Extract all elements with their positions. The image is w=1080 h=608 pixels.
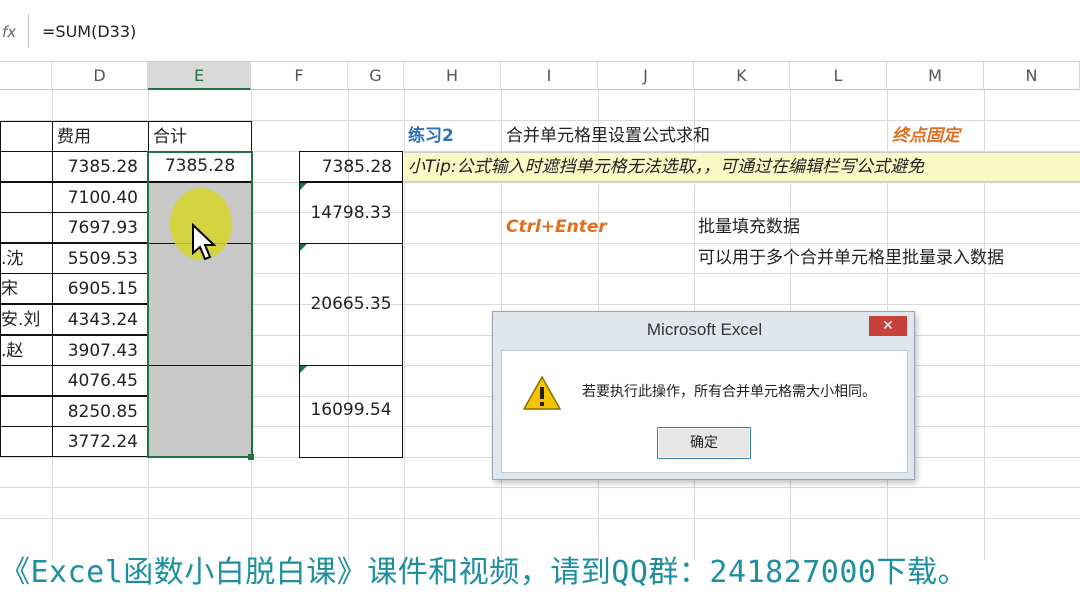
shortcut-description-2[interactable]: 可以用于多个合并单元格里批量录入数据: [698, 243, 1004, 273]
header-cell-fee[interactable]: 费用: [52, 121, 149, 152]
warning-icon: [522, 375, 562, 410]
alert-dialog: Microsoft Excel ✕ 若要执行此操作，所有合并单元格需大小相同。 …: [492, 311, 915, 480]
dialog-title: Microsoft Excel: [646, 320, 763, 339]
label-cell[interactable]: [0, 426, 53, 457]
column-header-l[interactable]: L: [790, 62, 887, 90]
g-value-cell[interactable]: 14798.33: [299, 182, 403, 244]
error-indicator-icon[interactable]: [300, 366, 307, 373]
g-value-cell[interactable]: 20665.35: [299, 243, 403, 366]
fee-cell[interactable]: 4076.45: [52, 365, 149, 396]
column-header-f[interactable]: F: [251, 62, 348, 90]
grid-line: [0, 518, 1080, 519]
label-cell[interactable]: [0, 182, 53, 213]
column-header-n[interactable]: N: [984, 62, 1080, 90]
error-indicator-icon[interactable]: [300, 244, 307, 251]
header-cell-c[interactable]: [0, 121, 53, 152]
grid-line: [0, 487, 1080, 488]
fee-cell[interactable]: 8250.85: [52, 396, 149, 427]
label-cell[interactable]: [0, 396, 53, 427]
g-value-cell[interactable]: 7385.28: [299, 151, 403, 182]
column-header-h[interactable]: H: [404, 62, 501, 90]
column-header-d[interactable]: D: [52, 62, 148, 90]
fee-cell[interactable]: 5509.53: [52, 243, 149, 274]
label-cell[interactable]: [0, 212, 53, 243]
column-header-j[interactable]: J: [598, 62, 694, 90]
g-value-cell[interactable]: 16099.54: [299, 365, 403, 458]
exercise-description[interactable]: 合并单元格里设置公式求和: [506, 121, 710, 151]
fee-cell[interactable]: 7697.93: [52, 212, 149, 243]
column-header-c[interactable]: [0, 62, 52, 90]
mouse-pointer-icon: [192, 223, 217, 261]
column-header-e[interactable]: E: [148, 62, 251, 90]
fee-cell[interactable]: 7385.28: [52, 151, 149, 182]
column-header-m[interactable]: M: [887, 62, 984, 90]
formula-input[interactable]: =SUM(D33): [42, 18, 642, 46]
fee-cell[interactable]: 6905.15: [52, 273, 149, 304]
label-cell[interactable]: .沈: [0, 243, 53, 274]
exercise-label[interactable]: 练习2: [408, 121, 454, 151]
fee-cell[interactable]: 3907.43: [52, 335, 149, 366]
label-cell[interactable]: 宋: [0, 273, 53, 304]
dialog-body: 若要执行此操作，所有合并单元格需大小相同。 确定: [501, 350, 908, 473]
shortcut-description[interactable]: 批量填充数据: [698, 212, 800, 242]
label-cell[interactable]: 安.刘: [0, 304, 53, 335]
video-caption: 《Excel函数小白脱白课》课件和视频，请到QQ群：241827000下载。: [0, 555, 968, 590]
column-header-k[interactable]: K: [694, 62, 790, 90]
header-cell-total[interactable]: 合计: [148, 121, 252, 152]
fill-handle[interactable]: [248, 454, 254, 460]
label-cell[interactable]: [0, 151, 53, 182]
fx-icon[interactable]: fx: [0, 18, 22, 46]
dialog-message: 若要执行此操作，所有合并单元格需大小相同。: [582, 384, 876, 400]
formula-bar-separator: [28, 14, 29, 48]
tip-text[interactable]: 小Tip:公式输入时遮挡单元格无法选取，，可通过在编辑栏写公式避免: [408, 152, 1078, 182]
dialog-close-button[interactable]: ✕: [869, 316, 907, 336]
fee-cell[interactable]: 3772.24: [52, 426, 149, 457]
fee-cell[interactable]: 4343.24: [52, 304, 149, 335]
shortcut-label[interactable]: Ctrl+Enter: [506, 212, 607, 242]
endpoint-note[interactable]: 终点固定: [892, 121, 960, 151]
ok-button[interactable]: 确定: [657, 427, 751, 459]
label-cell[interactable]: [0, 365, 53, 396]
fee-cell[interactable]: 7100.40: [52, 182, 149, 213]
column-header-i[interactable]: I: [501, 62, 598, 90]
column-header-g[interactable]: G: [348, 62, 404, 90]
label-cell[interactable]: .赵: [0, 335, 53, 366]
error-indicator-icon[interactable]: [300, 183, 307, 190]
